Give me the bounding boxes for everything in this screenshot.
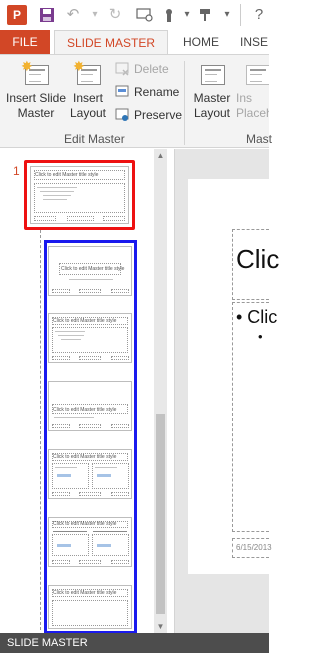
insert-slide-master-icon: ✸ [21,59,51,89]
insert-placeholder-label: Ins Placeh [236,91,269,120]
presenter-view-icon[interactable] [134,5,156,25]
master-layout-button[interactable]: Master Layout [190,59,234,121]
date-placeholder-text: 6/15/2013 [236,543,272,552]
ribbon: ✸ Insert Slide Master ✸ Insert Layout De… [0,54,273,148]
status-bar-view-label: SLIDE MASTER [7,637,88,649]
format-painter-icon[interactable] [196,5,218,25]
tab-insert[interactable]: INSE [240,30,280,54]
scrollbar-thumb[interactable] [156,414,165,614]
tab-file[interactable]: FILE [0,30,50,54]
scroll-up-icon[interactable]: ▲ [154,149,167,162]
quick-access-toolbar: P ↶ ▾ ↻ ▾ ▾ ? [0,0,269,30]
preserve-label: Preserve [134,108,183,122]
tab-slide-master[interactable]: SLIDE MASTER [54,30,168,55]
tab-home[interactable]: HOME [176,30,226,54]
preserve-icon [114,107,130,123]
touch-dropdown-icon[interactable]: ▾ [176,5,198,25]
ribbon-tabs: FILE SLIDE MASTER HOME INSE [0,30,269,55]
insert-slide-master-button[interactable]: ✸ Insert Slide Master [4,59,68,121]
help-icon[interactable]: ? [248,5,270,25]
undo-dropdown-icon[interactable]: ▾ [84,5,106,25]
body-sub-bullet: • [258,329,263,344]
insert-layout-button[interactable]: ✸ Insert Layout [68,59,108,121]
title-placeholder-text: Clic [236,244,280,274]
layouts-selection-highlight [44,240,137,634]
insert-layout-icon: ✸ [73,59,103,89]
status-bar: SLIDE MASTER [0,633,269,653]
insert-layout-label: Insert Layout [69,91,107,120]
insert-slide-master-label: Insert Slide Master [5,91,67,120]
save-icon[interactable] [36,5,58,25]
powerpoint-logo-icon: P [7,5,27,25]
delete-icon [114,61,130,77]
customize-qat-icon[interactable]: ▾ [216,5,238,25]
body-placeholder[interactable] [232,302,269,532]
insert-placeholder-button[interactable]: Ins Placeh [236,59,269,121]
delete-button[interactable]: Delete [112,59,169,79]
scroll-down-icon[interactable]: ▼ [154,620,167,633]
body-placeholder-text: • Clic [236,307,278,327]
master-selection-highlight [24,160,135,230]
rename-label: Rename [134,85,180,99]
thumbnail-scrollbar[interactable]: ▲ ▼ [154,149,167,633]
rename-button[interactable]: Rename [112,82,179,102]
qat-divider [240,4,241,26]
slide-number: 1 [13,164,20,178]
edit-master-group-label: Edit Master [64,132,125,146]
delete-label: Delete [134,62,169,76]
master-layout-group-label: Mast [246,132,273,146]
master-layout-label: Master Layout [193,91,231,120]
layout-tree-line [40,230,41,630]
redo-icon[interactable]: ↻ [104,5,126,25]
insert-placeholder-icon [242,59,269,89]
ribbon-group-divider [184,61,185,145]
master-layout-icon [197,59,227,89]
undo-icon[interactable]: ↶ [62,5,84,25]
preserve-button[interactable]: Preserve [112,105,182,125]
rename-icon [114,84,130,100]
